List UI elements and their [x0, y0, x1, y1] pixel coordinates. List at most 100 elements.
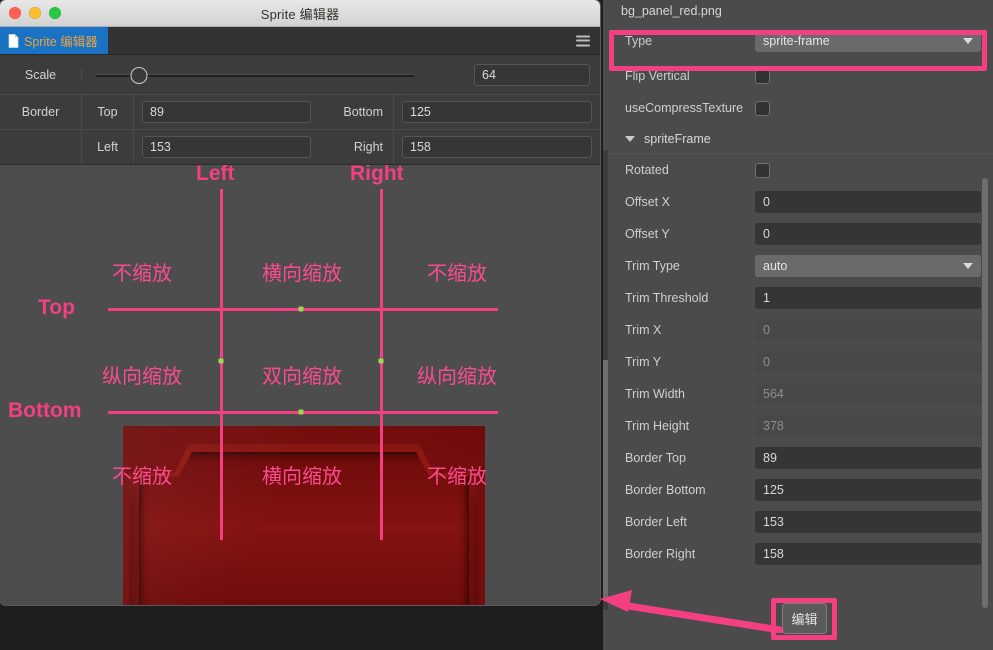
field-input[interactable] — [755, 543, 981, 565]
handle-left[interactable] — [218, 358, 224, 364]
field-input[interactable] — [755, 511, 981, 533]
maximize-window-button[interactable] — [49, 7, 61, 19]
flip-vertical-checkbox[interactable] — [755, 68, 770, 84]
inspector-scrollbar[interactable] — [982, 178, 988, 608]
field-row: Border Bottom — [603, 474, 993, 506]
field-row: Border Top — [603, 442, 993, 474]
field-input[interactable] — [755, 447, 981, 469]
scale-label: Scale — [0, 67, 82, 82]
field-control — [755, 319, 993, 341]
use-compress-texture-checkbox[interactable] — [755, 100, 770, 116]
field-row: Trim Type auto — [603, 250, 993, 282]
minimize-window-button[interactable] — [29, 7, 41, 19]
field-control — [755, 223, 993, 245]
field-label: Rotated — [625, 163, 669, 177]
field-row: Trim Height — [603, 410, 993, 442]
use-compress-texture-row: useCompressTexture — [603, 92, 993, 124]
field-control — [755, 511, 993, 533]
handle-top[interactable] — [298, 306, 304, 312]
scale-slider[interactable] — [96, 66, 414, 84]
field-control — [755, 447, 993, 469]
field-control — [755, 383, 993, 405]
use-compress-texture-field — [755, 100, 993, 116]
guide-line-right[interactable] — [380, 189, 383, 540]
field-select-value: auto — [763, 259, 788, 273]
zone-label-middle-left: 纵向缩放 — [102, 366, 182, 388]
border-left-label: Left — [82, 130, 134, 164]
field-label: Trim X — [625, 323, 662, 337]
field-label: Border Left — [625, 515, 687, 529]
field-input[interactable] — [755, 223, 981, 245]
field-control — [755, 415, 993, 437]
triangle-down-icon — [625, 135, 635, 142]
scale-row: Scale — [0, 55, 600, 95]
field-label: Border Bottom — [625, 483, 706, 497]
field-input[interactable] — [755, 191, 981, 213]
slider-thumb[interactable] — [130, 66, 148, 84]
field-control — [755, 351, 993, 373]
flip-vertical-row: Flip Vertical — [603, 60, 993, 92]
type-label: Type — [625, 34, 653, 48]
window-titlebar: Sprite 编辑器 — [0, 0, 600, 27]
zone-label-top-center: 横向缩放 — [262, 263, 342, 285]
field-input[interactable] — [755, 287, 981, 309]
border-right-input[interactable] — [402, 136, 592, 158]
border-top-label: Top — [82, 95, 134, 129]
handle-bottom[interactable] — [298, 409, 304, 415]
field-row: Border Left — [603, 506, 993, 538]
field-checkbox[interactable] — [755, 162, 770, 178]
type-select-value: sprite-frame — [763, 34, 830, 48]
field-select[interactable]: auto — [755, 255, 981, 277]
border-right-field — [394, 130, 600, 164]
scale-input[interactable] — [474, 63, 590, 86]
field-row: Trim Width — [603, 378, 993, 410]
field-label: Trim Y — [625, 355, 662, 369]
guide-label-top: Top — [38, 296, 75, 319]
asset-name-header: bg_panel_red.png — [603, 0, 993, 22]
sprite-frame-group-label: spriteFrame — [644, 131, 711, 146]
field-row: Rotated — [603, 154, 993, 186]
field-label: Trim Width — [625, 387, 685, 401]
zone-label-top-left: 不缩放 — [112, 263, 172, 285]
guide-label-left: Left — [196, 165, 235, 185]
tab-sprite-editor[interactable]: Sprite 编辑器 — [0, 27, 108, 54]
traffic-lights — [9, 7, 61, 19]
panel-divider-scrollbar-thumb[interactable] — [603, 360, 608, 600]
field-control — [755, 162, 993, 178]
type-select[interactable]: sprite-frame — [755, 30, 981, 52]
inspector-panel: bg_panel_red.png Type sprite-frame Flip … — [603, 0, 993, 650]
field-control — [755, 543, 993, 565]
border-left-input[interactable] — [142, 136, 311, 158]
field-row: Trim Threshold — [603, 282, 993, 314]
handle-right[interactable] — [378, 358, 384, 364]
field-control — [755, 479, 993, 501]
hamburger-icon[interactable] — [576, 35, 590, 46]
tab-label: Sprite 编辑器 — [24, 35, 98, 49]
field-input-readonly — [755, 351, 981, 373]
sprite-preview-canvas[interactable]: Left Right Top Bottom 不缩放 横向缩放 不缩放 纵向缩放 … — [0, 165, 600, 605]
field-label: Offset X — [625, 195, 670, 209]
guide-line-left[interactable] — [220, 189, 223, 540]
border-left-field — [134, 130, 319, 164]
edit-button[interactable]: 编辑 — [782, 603, 827, 634]
border-bottom-input[interactable] — [402, 101, 592, 123]
field-label: Offset Y — [625, 227, 670, 241]
field-label: Border Right — [625, 547, 696, 561]
sprite-editor-window: Sprite 编辑器 Sprite 编辑器 Scale 64 Border To… — [0, 0, 600, 605]
properties-panel: Scale Border Top Bottom — [0, 55, 600, 165]
field-input[interactable] — [755, 479, 981, 501]
field-row: Offset X — [603, 186, 993, 218]
scale-value-cell — [466, 63, 600, 86]
field-row: Offset Y — [603, 218, 993, 250]
border-top-input[interactable] — [142, 101, 311, 123]
type-field: sprite-frame — [755, 30, 993, 52]
zone-label-middle-right: 纵向缩放 — [417, 366, 497, 388]
sprite-frame-group-header[interactable]: spriteFrame — [603, 124, 993, 154]
guide-label-right: Right — [350, 165, 404, 185]
close-window-button[interactable] — [9, 7, 21, 19]
zone-label-bottom-right: 不缩放 — [427, 466, 487, 488]
field-input-readonly — [755, 415, 981, 437]
type-row: Type sprite-frame — [603, 22, 993, 60]
field-input-readonly — [755, 319, 981, 341]
border-bottom-label: Bottom — [319, 95, 394, 129]
